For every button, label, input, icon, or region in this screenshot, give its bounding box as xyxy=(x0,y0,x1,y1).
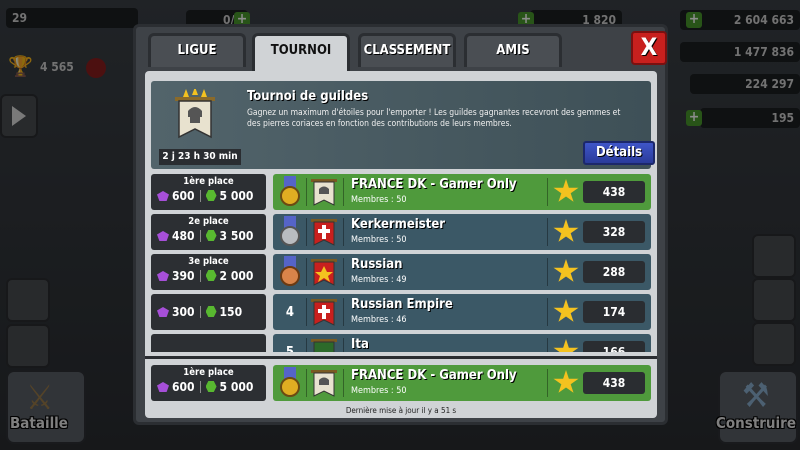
tab-ranking-label: CLASSEMENT xyxy=(363,43,451,58)
prize-stones: 2 000 xyxy=(219,269,254,283)
star-icon xyxy=(553,259,579,282)
guild-score: 438 xyxy=(583,372,645,394)
prize-title: 1ère place xyxy=(183,367,234,378)
tournament-timer: 2 j 23 h 30 min xyxy=(159,149,241,165)
guild-tournament-dialog: LIGUE TOURNOI CLASSEMENT AMIS X 2 j 23 h… xyxy=(133,24,668,425)
guild-emblem-icon xyxy=(311,299,337,326)
rank-slot: 4 xyxy=(277,296,303,328)
last-update-text: Dernière mise à jour il y a 51 s xyxy=(345,406,457,415)
prize-gems: 300 xyxy=(172,305,195,319)
prize-title: 1ère place xyxy=(183,176,234,187)
guild-name: Russian Empire xyxy=(351,297,453,312)
my-guild-entry[interactable]: FRANCE DK - Gamer Only Membres : 50 438 xyxy=(273,365,651,401)
details-button[interactable]: Détails xyxy=(583,141,655,165)
prize-card: 3e place 390 2 000 xyxy=(151,254,266,290)
guild-emblem-icon xyxy=(311,370,337,397)
prize-card: 300 150 xyxy=(151,294,266,330)
tab-friends-label: AMIS xyxy=(496,43,530,58)
guild-row[interactable]: Russian Membres : 49 288 xyxy=(273,254,651,290)
close-button[interactable]: X xyxy=(631,31,667,65)
prize-card xyxy=(151,334,266,352)
guild-row[interactable]: FRANCE DK - Gamer Only Membres : 50 438 xyxy=(273,174,651,210)
star-icon xyxy=(553,219,579,242)
prize-stones: 5 000 xyxy=(219,380,254,394)
prize-title: 3e place xyxy=(188,256,229,267)
star-icon xyxy=(553,179,579,202)
guild-name: FRANCE DK - Gamer Only xyxy=(351,177,517,192)
tournament-panel: 2 j 23 h 30 min Tournoi de guildes Gagne… xyxy=(145,71,657,418)
prize-stones: 150 xyxy=(219,305,243,319)
star-icon xyxy=(553,299,579,322)
purple-gem-icon xyxy=(157,191,169,201)
guild-score: 328 xyxy=(583,221,645,243)
rank-number: 5 xyxy=(277,345,303,352)
prize-card: 2e place 480 3 500 xyxy=(151,214,266,250)
guild-emblem-icon xyxy=(311,219,337,246)
tab-tournament[interactable]: TOURNOI xyxy=(252,33,350,73)
prize-card: 1ère place 600 5 000 xyxy=(151,174,266,210)
guild-score: 166 xyxy=(583,341,645,352)
tab-tournament-label: TOURNOI xyxy=(270,43,332,58)
ranking-list[interactable]: 1ère place 600 5 000 2e place 480 3 500 3e… xyxy=(151,174,651,352)
guild-name: FRANCE DK - Gamer Only xyxy=(351,368,517,383)
prize-values: 600 5 000 xyxy=(157,380,253,394)
guild-banner-icon xyxy=(175,89,215,139)
silver-medal-icon xyxy=(277,216,303,248)
guild-row[interactable]: Kerkermeister Membres : 50 328 xyxy=(273,214,651,250)
guild-score: 288 xyxy=(583,261,645,283)
prize-gems: 600 xyxy=(172,380,195,394)
star-icon xyxy=(553,370,579,393)
green-stone-icon xyxy=(205,230,217,241)
green-stone-icon xyxy=(205,270,217,281)
tab-ranking[interactable]: CLASSEMENT xyxy=(358,33,456,67)
prize-title: 2e place xyxy=(188,216,229,227)
list-divider xyxy=(145,356,657,359)
tournament-info: 2 j 23 h 30 min Tournoi de guildes Gagne… xyxy=(151,81,655,169)
tab-friends[interactable]: AMIS xyxy=(464,33,562,67)
green-stone-icon xyxy=(205,190,217,201)
bronze-medal-icon xyxy=(277,256,303,288)
guild-members: Membres : 50 xyxy=(351,386,407,396)
purple-gem-icon xyxy=(157,231,169,241)
prize-values: 480 3 500 xyxy=(157,229,253,243)
my-prize-card: 1ère place 600 5 000 xyxy=(151,365,266,401)
prize-gems: 390 xyxy=(172,269,195,283)
prize-values: 600 5 000 xyxy=(157,189,253,203)
guild-emblem-icon xyxy=(311,179,337,206)
prize-gems: 480 xyxy=(172,229,195,243)
guild-name: Kerkermeister xyxy=(351,217,446,232)
prize-gems: 600 xyxy=(172,189,195,203)
prize-stones: 3 500 xyxy=(219,229,254,243)
guild-name: Ita xyxy=(351,337,369,352)
prize-values: 390 2 000 xyxy=(157,269,253,283)
guild-members: Membres : 46 xyxy=(351,315,407,325)
prize-stones: 5 000 xyxy=(219,189,254,203)
rank-slot: 5 xyxy=(277,336,303,352)
purple-gem-icon xyxy=(157,271,169,281)
tournament-description: Gagnez un maximum d'étoiles pour l'empor… xyxy=(247,108,621,129)
rank-number: 4 xyxy=(285,305,295,320)
purple-gem-icon xyxy=(157,382,169,392)
guild-score: 438 xyxy=(583,181,645,203)
guild-name: Russian xyxy=(351,257,403,272)
gold-medal-icon xyxy=(277,367,303,399)
tab-league-label: LIGUE xyxy=(177,43,217,58)
green-stone-icon xyxy=(205,381,217,392)
guild-row[interactable]: 5 Ita 166 xyxy=(273,334,651,352)
purple-gem-icon xyxy=(157,307,169,317)
guild-members: Membres : 50 xyxy=(351,195,407,205)
guild-row[interactable]: 4 Russian Empire Membres : 46 174 xyxy=(273,294,651,330)
guild-score: 174 xyxy=(583,301,645,323)
star-icon xyxy=(553,339,579,352)
guild-members: Membres : 49 xyxy=(351,275,407,285)
tab-league[interactable]: LIGUE xyxy=(148,33,246,67)
my-guild-row: 1ère place 600 5 000 FRANCE DK - Gamer On… xyxy=(151,364,651,402)
guild-emblem-icon xyxy=(311,339,337,352)
tournament-title: Tournoi de guildes xyxy=(247,89,369,104)
green-stone-icon xyxy=(205,306,217,317)
gold-medal-icon xyxy=(277,176,303,208)
prize-values: 300 150 xyxy=(157,305,242,319)
guild-emblem-icon xyxy=(311,259,337,286)
guild-members: Membres : 50 xyxy=(351,235,407,245)
